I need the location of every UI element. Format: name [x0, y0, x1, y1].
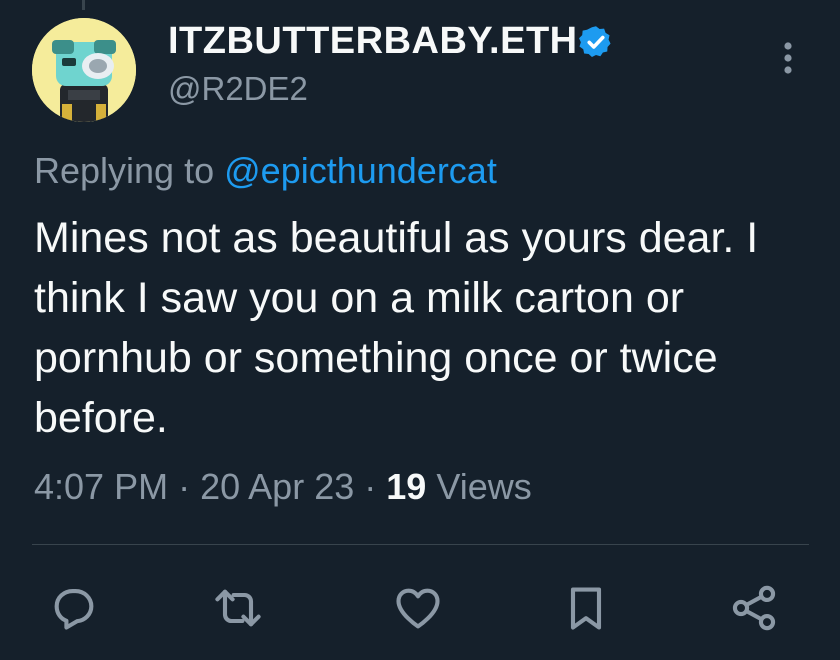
tweet-text: Mines not as beautiful as yours dear. I …: [34, 214, 759, 442]
verified-badge-icon: [579, 26, 611, 57]
retweet-button[interactable]: [212, 582, 264, 634]
tweet-date[interactable]: 20 Apr 23: [200, 466, 354, 507]
replying-to: Replying to @epicthundercat: [34, 150, 497, 192]
share-button[interactable]: [728, 582, 780, 634]
tweet-metadata: 4:07 PM · 20 Apr 23 · 19 Views: [34, 466, 532, 508]
replying-to-label: Replying to: [34, 150, 215, 191]
reply-icon: [54, 589, 94, 630]
meta-separator: ·: [364, 466, 377, 507]
share-icon: [732, 585, 776, 631]
bookmark-icon: [570, 587, 602, 630]
nft-avatar-icon: [32, 18, 136, 122]
like-icon: [396, 588, 440, 629]
divider: [32, 544, 809, 545]
reply-button[interactable]: [48, 582, 100, 634]
views-label: Views: [436, 466, 532, 507]
retweet-icon: [215, 589, 261, 627]
replying-to-handle-link[interactable]: @epicthundercat: [224, 150, 497, 191]
user-handle[interactable]: @R2DE2: [168, 70, 308, 108]
display-name[interactable]: ITZBUTTERBABY.ETH: [168, 20, 578, 63]
views-count: 19: [386, 466, 427, 507]
like-button[interactable]: [392, 582, 444, 634]
avatar[interactable]: [32, 18, 136, 122]
meta-separator: ·: [178, 466, 191, 507]
thread-line: [82, 0, 85, 10]
bookmark-button[interactable]: [560, 582, 612, 634]
tweet-time[interactable]: 4:07 PM: [34, 466, 168, 507]
more-options-icon[interactable]: [776, 38, 800, 78]
